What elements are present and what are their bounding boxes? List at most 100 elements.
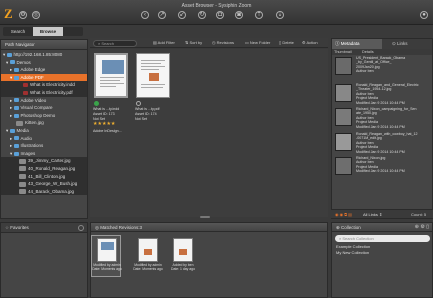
tree-item-audio[interactable]: ▸ Audio — [1, 135, 87, 143]
tree-item-clinton[interactable]: 41_Bill_Clinton.jpg — [1, 172, 87, 181]
pdf-file-icon — [23, 90, 28, 95]
collection-item[interactable]: My New Collection — [336, 250, 369, 255]
sync-icon[interactable]: ↻ — [198, 11, 206, 19]
tree-item-label: http://192.168.1.85:8080 — [13, 52, 63, 57]
tab-search[interactable]: Search — [3, 27, 33, 36]
tree-item-adobe-edge[interactable]: ▸ Adobe Edge — [1, 66, 87, 74]
row-author: Author ben — [356, 69, 374, 74]
folder-icon — [13, 98, 19, 103]
footer-icons[interactable]: ◉ ◉ ⧉ ▤ — [335, 210, 352, 219]
delete-button[interactable]: ▯ Delete — [279, 40, 294, 45]
folder-icon — [13, 113, 19, 118]
tree-item-label: Adobe Edge — [20, 67, 46, 73]
new-folder-button[interactable]: ▭ New Folder — [245, 40, 270, 45]
tab-metadata[interactable]: ⓘ Metadata — [332, 39, 382, 49]
tree-item-kitten[interactable]: Kitten.jpg — [1, 119, 87, 127]
metadata-row[interactable]: Ronald_Reagan_with_cowboy_hat_12 -0071M_… — [333, 131, 432, 154]
tree-item-illustrations[interactable]: ▸ Illustrations — [1, 142, 87, 150]
row-details: Ronald_Reagan_with_cowboy_hat_12 -0071M_… — [356, 132, 431, 154]
row-thumbnail — [335, 157, 352, 175]
row-thumbnail — [335, 84, 352, 102]
window-title: Asset Browser - Sysiphin Zoom — [181, 3, 252, 9]
tree-item-demos[interactable]: ▾ Demos — [1, 59, 87, 67]
links-count: Count: 5 — [411, 212, 427, 217]
collection-actions-icons[interactable]: ⊕ ⚙ ▯ — [415, 224, 429, 230]
action-button[interactable]: ⚙ Action — [302, 40, 318, 45]
metadata-row[interactable]: Ronald_Reagan_and_General_Electric _Thea… — [333, 82, 432, 105]
asset-name: What is ...ty.pdf — [135, 107, 160, 111]
revision-card[interactable]: Added by ben Date: 1 day ago — [168, 236, 198, 276]
download-icon[interactable]: ⇣ — [276, 11, 284, 19]
tree-item-electricity-indd[interactable]: What is Electricity.indd — [1, 81, 87, 89]
tree-item-label: Demos — [16, 59, 31, 65]
account-icon[interactable]: ● — [420, 11, 428, 19]
links-filter[interactable]: All Links ⇕ — [363, 210, 382, 219]
tree-item-images[interactable]: ▾ Images — [1, 150, 87, 158]
folder-icon — [9, 128, 15, 133]
row-thumbnail — [335, 133, 352, 151]
revision-thumbnail — [173, 238, 193, 262]
tree-item-obama[interactable]: 44_Barack_Obama.jpg — [1, 187, 87, 196]
tree-item-label: Media — [16, 128, 29, 133]
export-icon[interactable]: ↗ — [158, 11, 166, 19]
tab-links[interactable]: ⊙ Links — [382, 39, 432, 49]
links-filter-label: All Links — [363, 212, 378, 217]
tree-item-photoshop-demo[interactable]: ▸ Photoshop Demo — [1, 112, 87, 120]
metadata-row[interactable]: Richard_Nixon.jpg Author ben Project Med… — [333, 155, 432, 177]
tree-item-adobe-pdf[interactable]: ▾ Adobe PDF — [1, 73, 87, 82]
asset-card[interactable]: What is ...ty.pdf Asset ID: 174 Not Set — [133, 50, 173, 135]
row-modified: Modified Jan 9 2014 10:44 PM — [356, 100, 405, 105]
import-icon[interactable]: ↙ — [178, 11, 186, 19]
splitter-handle[interactable] — [200, 216, 210, 218]
row-thumbnail — [335, 57, 352, 75]
lock-icon[interactable]: ◘ — [216, 11, 224, 19]
tree-item-carter[interactable]: 39_Jimmy_Carter.jpg — [1, 157, 87, 165]
rating-value: ★★★★★ — [93, 121, 116, 127]
revisions-button[interactable]: ◷ Revisions — [212, 40, 234, 45]
asset-name: What is ...ty.indd — [93, 107, 120, 111]
sort-by-button[interactable]: ⇅ Sort by — [185, 40, 202, 45]
revision-line-2: Date: Moments ago — [92, 267, 122, 271]
collection-search-input[interactable]: ⌕ Search Collection — [335, 235, 430, 242]
unlock-icon[interactable]: ◙ — [235, 11, 243, 19]
tree-item-label: What is Electricity.pdf — [30, 90, 73, 95]
revision-thumbnail — [138, 238, 158, 262]
tree-item-reagan[interactable]: 40_Ronald_Reagan.jpg — [1, 165, 87, 173]
search-placeholder: Search — [101, 40, 115, 46]
path-navigator-panel: Path Navigator ▾ http://192.168.1.85:808… — [0, 39, 88, 219]
tree-item-server[interactable]: ▾ http://192.168.1.85:8080 — [1, 51, 87, 59]
asset-search-input[interactable]: ⌕ Search — [93, 39, 137, 47]
tree-item-visual-compare[interactable]: ▸ Visual Compare — [1, 104, 87, 112]
tree-item-label: Audio — [20, 135, 33, 141]
server-icon — [6, 52, 12, 57]
asset-thumbnail — [94, 53, 128, 98]
tree-item-electricity-pdf[interactable]: What is Electricity.pdf — [1, 89, 87, 97]
new-folder-label: New Folder — [249, 40, 271, 45]
tree-item-bush[interactable]: 43_George_W_Bush.jpg — [1, 180, 87, 188]
asset-card[interactable]: What is ...ty.indd Asset ID: 173 Not Set… — [91, 50, 131, 135]
metadata-row[interactable]: US_President_Barack_Obama _by_Gentil_at_… — [333, 55, 432, 77]
gear-icon[interactable]: ⚙ — [19, 11, 27, 19]
folder-icon — [13, 151, 19, 156]
tree-item-label: Images — [20, 150, 36, 156]
image-thumbnail-icon — [19, 173, 26, 179]
revision-card[interactable]: Modified by admin Date: Moments ago — [91, 235, 122, 277]
tree-item-adobe-video[interactable]: ▸ Adobe Video — [1, 97, 87, 105]
image-thumbnail-icon — [19, 158, 26, 164]
metadata-row[interactable]: Richard_Nixon_campaigning_for_Sen ate_19… — [333, 106, 432, 129]
add-favorite-icon[interactable] — [78, 225, 84, 231]
tab-browse[interactable]: Browse — [33, 27, 63, 36]
folder-icon — [13, 106, 19, 110]
upload-icon[interactable]: ⇡ — [255, 11, 263, 19]
add-filter-button[interactable]: ▤ Add Filter — [153, 40, 175, 45]
rating-stars[interactable]: ★★★★★ — [93, 121, 115, 127]
revisions-label: Revisions — [216, 40, 234, 45]
globe-icon[interactable]: ◎ — [32, 11, 40, 19]
collection-item[interactable]: Example Collection — [336, 244, 370, 249]
tree: ▾ http://192.168.1.85:8080 ▾ Demos ▸ Ado… — [1, 51, 87, 219]
back-icon[interactable]: ‹ — [141, 11, 149, 19]
tree-item-label: 41_Bill_Clinton.jpg — [28, 173, 66, 179]
revision-card[interactable]: Modified by admin Date: Moments ago — [133, 236, 163, 276]
matched-revisions-panel: ◎ Matched Revisions:3 — [90, 222, 328, 298]
tree-item-media[interactable]: ▾ Media — [1, 127, 87, 135]
